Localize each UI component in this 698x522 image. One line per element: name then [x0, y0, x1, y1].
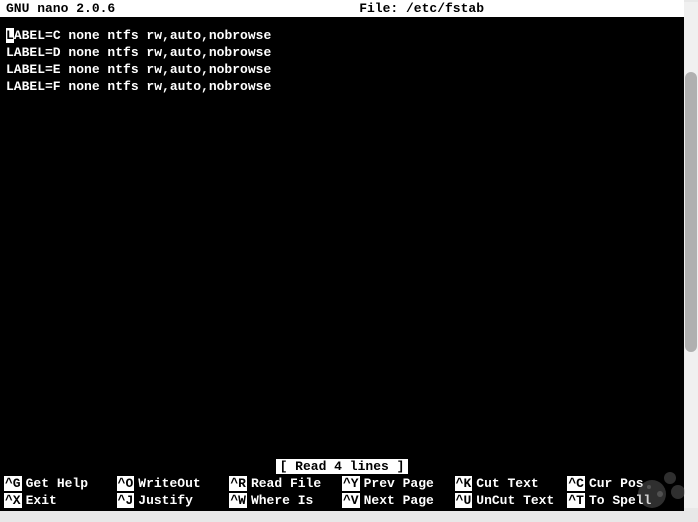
shortcut-next-page[interactable]: ^V Next Page — [342, 492, 455, 509]
shortcut-uncut-text[interactable]: ^U UnCut Text — [455, 492, 568, 509]
key-label: ^K — [455, 476, 473, 491]
shortcut-prev-page[interactable]: ^Y Prev Page — [342, 475, 455, 492]
shortcut-label: Read File — [251, 476, 321, 491]
key-label: ^G — [4, 476, 22, 491]
shortcut-writeout[interactable]: ^O WriteOut — [117, 475, 230, 492]
key-label: ^W — [229, 493, 247, 508]
editor-line: LABEL=E none ntfs rw,auto,nobrowse — [6, 61, 678, 78]
editor-line: LABEL=D none ntfs rw,auto,nobrowse — [6, 44, 678, 61]
shortcut-label: Get Help — [26, 476, 88, 491]
key-label: ^T — [567, 493, 585, 508]
terminal-window: GNU nano 2.0.6 File: /etc/fstab LABEL=C … — [0, 0, 684, 511]
app-name: GNU nano 2.0.6 — [6, 1, 115, 16]
shortcut-label: WriteOut — [138, 476, 200, 491]
key-label: ^Y — [342, 476, 360, 491]
shortcut-label: To Spell — [589, 493, 651, 508]
shortcut-label: Where Is — [251, 493, 313, 508]
line-text: ABEL=C none ntfs rw,auto,nobrowse — [14, 28, 271, 43]
shortcut-label: Cur Pos — [589, 476, 644, 491]
shortcut-label: Prev Page — [364, 476, 434, 491]
key-label: ^X — [4, 493, 22, 508]
shortcut-label: Next Page — [364, 493, 434, 508]
line-text: LABEL=F none ntfs rw,auto,nobrowse — [6, 79, 271, 94]
title-bar: GNU nano 2.0.6 File: /etc/fstab — [0, 0, 684, 17]
key-label: ^O — [117, 476, 135, 491]
shortcut-label: Justify — [138, 493, 193, 508]
file-label: File: /etc/fstab — [115, 1, 678, 16]
key-label: ^U — [455, 493, 473, 508]
line-text: LABEL=E none ntfs rw,auto,nobrowse — [6, 62, 271, 77]
status-message: [ Read 4 lines ] — [276, 459, 409, 474]
shortcut-label: Exit — [26, 493, 57, 508]
key-label: ^J — [117, 493, 135, 508]
shortcut-label: UnCut Text — [476, 493, 554, 508]
scrollbar[interactable] — [684, 2, 698, 508]
editor-content[interactable]: LABEL=C none ntfs rw,auto,nobrowseLABEL=… — [0, 17, 684, 458]
shortcut-cut-text[interactable]: ^K Cut Text — [455, 475, 568, 492]
key-label: ^V — [342, 493, 360, 508]
editor-line: LABEL=F none ntfs rw,auto,nobrowse — [6, 78, 678, 95]
shortcut-read-file[interactable]: ^R Read File — [229, 475, 342, 492]
shortcut-exit[interactable]: ^X Exit — [4, 492, 117, 509]
cursor: L — [6, 28, 14, 43]
shortcut-where-is[interactable]: ^W Where Is — [229, 492, 342, 509]
status-bar: [ Read 4 lines ] — [0, 458, 684, 475]
shortcuts-bar: ^G Get Help ^O WriteOut ^R Read File ^Y … — [0, 475, 684, 511]
line-text: LABEL=D none ntfs rw,auto,nobrowse — [6, 45, 271, 60]
shortcut-cur-pos[interactable]: ^C Cur Pos — [567, 475, 680, 492]
scroll-thumb[interactable] — [685, 72, 697, 352]
shortcut-get-help[interactable]: ^G Get Help — [4, 475, 117, 492]
shortcut-to-spell[interactable]: ^T To Spell — [567, 492, 680, 509]
editor-line: LABEL=C none ntfs rw,auto,nobrowse — [6, 27, 678, 44]
shortcut-label: Cut Text — [476, 476, 538, 491]
key-label: ^C — [567, 476, 585, 491]
key-label: ^R — [229, 476, 247, 491]
shortcut-justify[interactable]: ^J Justify — [117, 492, 230, 509]
